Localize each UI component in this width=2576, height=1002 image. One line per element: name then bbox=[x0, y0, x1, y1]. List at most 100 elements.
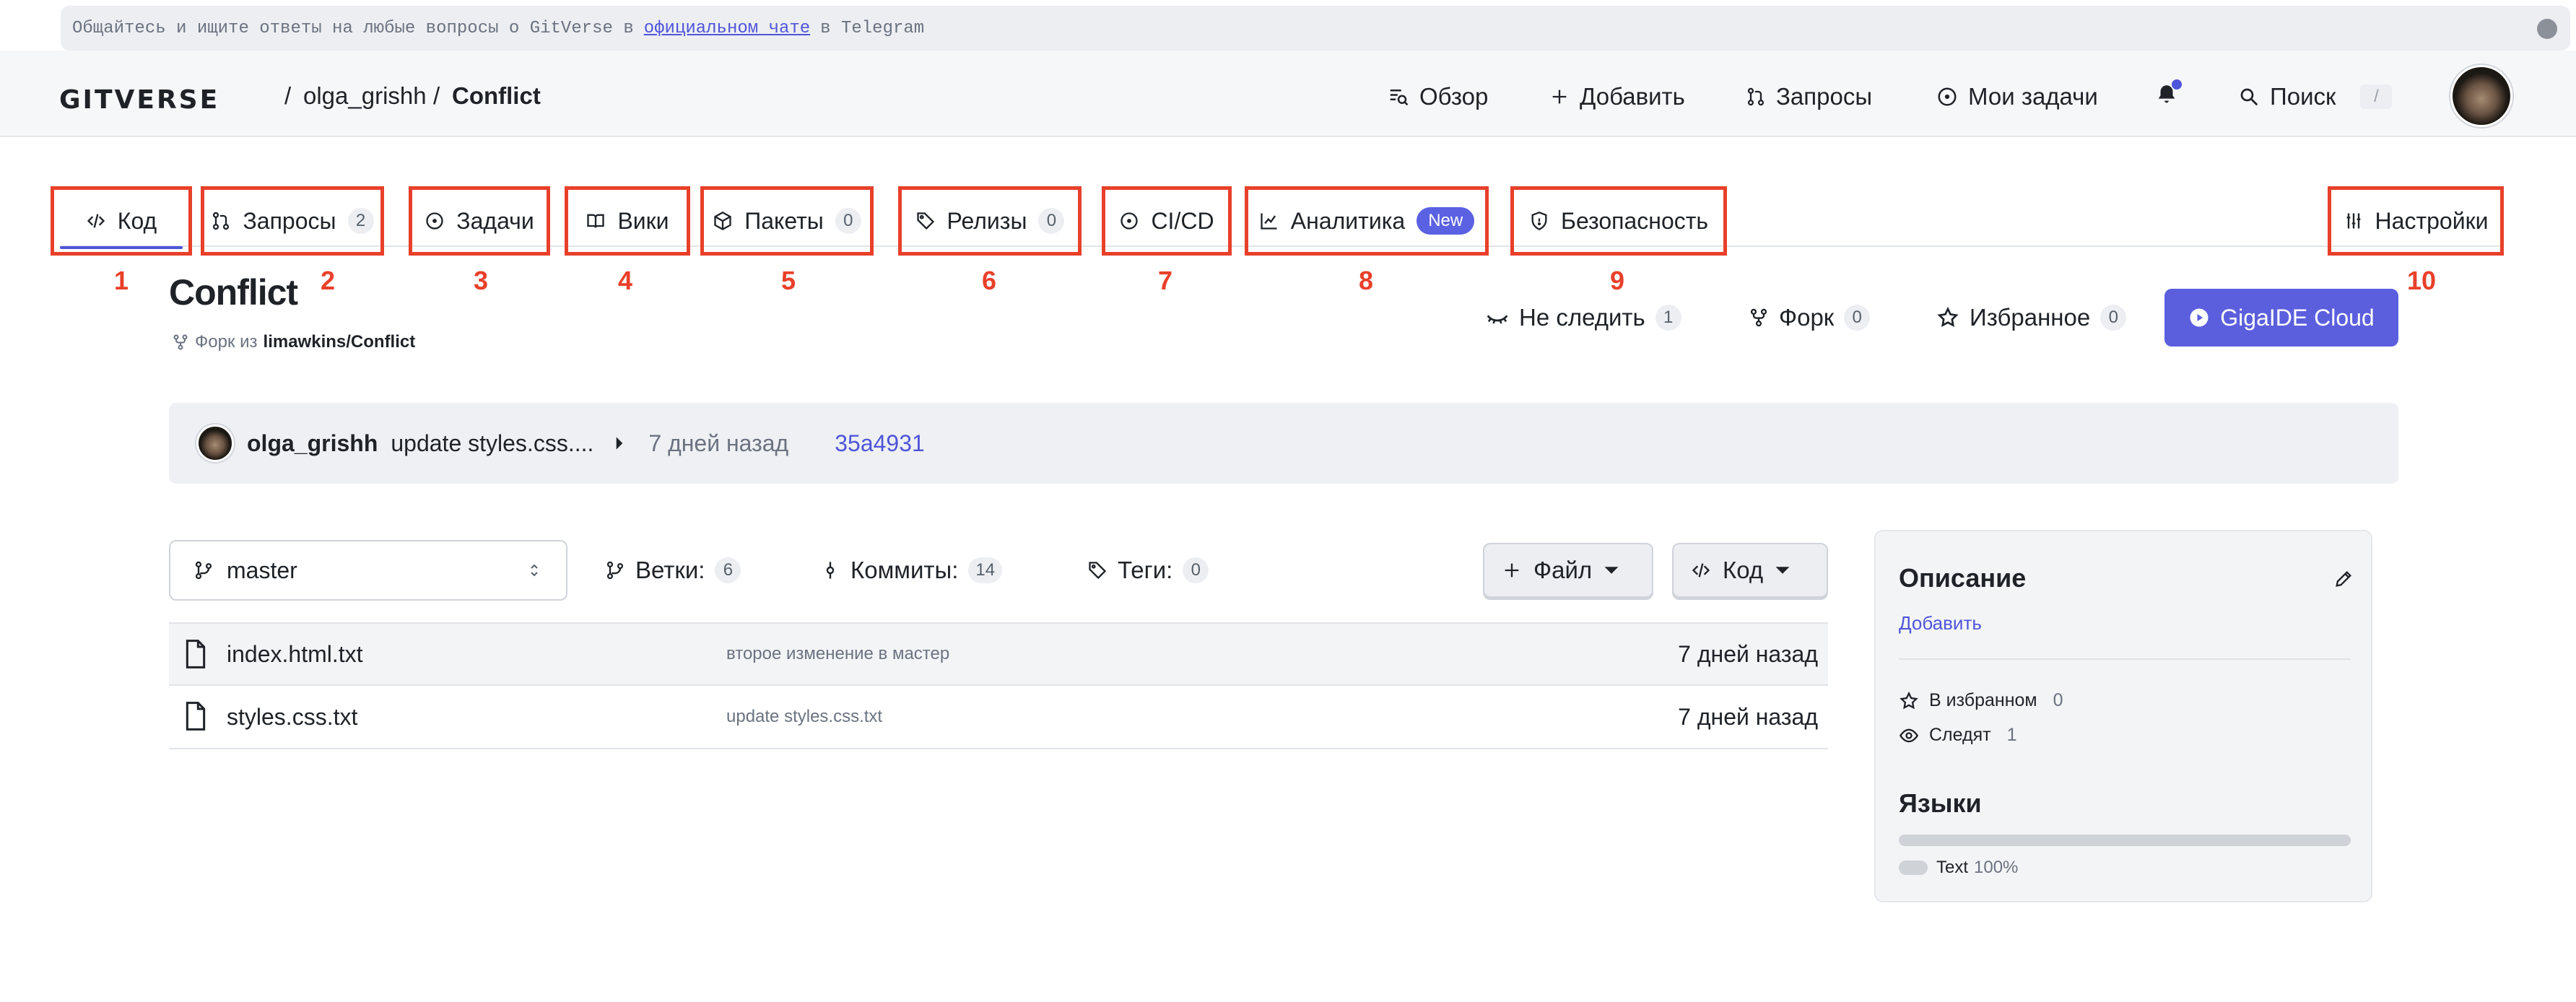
search-shortcut: / bbox=[2360, 84, 2393, 109]
code-dropdown-button[interactable]: Код bbox=[1672, 543, 1828, 598]
star-icon bbox=[1936, 306, 1959, 329]
tab-settings[interactable]: Настройки bbox=[2328, 186, 2504, 256]
language-swatch bbox=[1899, 861, 1928, 875]
tab-wiki[interactable]: Вики bbox=[565, 186, 690, 256]
caret-down-icon bbox=[1604, 565, 1619, 575]
banner-text: Общайтесь и ищите ответы на любые вопрос… bbox=[72, 18, 634, 38]
file-commit-message[interactable]: update styles.css.txt bbox=[726, 707, 882, 727]
annotation-number: 9 bbox=[1610, 266, 1625, 295]
gigaide-cloud-button[interactable]: GigaIDE Cloud bbox=[2164, 289, 2398, 347]
active-tab-indicator bbox=[60, 246, 183, 249]
tab-packages[interactable]: Пакеты 0 bbox=[700, 186, 874, 256]
tab-tasks[interactable]: Задачи bbox=[409, 186, 550, 256]
commit-icon bbox=[820, 560, 840, 580]
file-list: index.html.txt второе изменение в мастер… bbox=[169, 622, 1828, 749]
fork-source-link[interactable]: limawkins/Conflict bbox=[264, 332, 416, 352]
starred-info[interactable]: В избранном 0 bbox=[1899, 690, 2063, 711]
file-time: 7 дней назад bbox=[1678, 640, 1818, 667]
logo[interactable]: GITVERSE bbox=[59, 85, 219, 115]
banner-link[interactable]: официальном чате bbox=[644, 19, 810, 38]
pull-request-icon bbox=[1746, 87, 1766, 107]
watch-count: 1 bbox=[1655, 305, 1681, 331]
watching-info[interactable]: Следят 1 bbox=[1899, 725, 2016, 746]
banner-text-after: в Telegram bbox=[820, 18, 925, 38]
breadcrumb-owner[interactable]: olga_grishh bbox=[303, 82, 427, 110]
file-row[interactable]: index.html.txt второе изменение в мастер… bbox=[169, 622, 1828, 686]
user-avatar[interactable] bbox=[2450, 65, 2512, 127]
annotation-number: 5 bbox=[781, 266, 796, 295]
file-time: 7 дней назад bbox=[1678, 703, 1818, 730]
caret-down-icon bbox=[1775, 565, 1790, 575]
tags-link[interactable]: Теги: 0 bbox=[1087, 550, 1209, 591]
close-icon[interactable] bbox=[2537, 19, 2557, 39]
star-icon bbox=[1899, 691, 1919, 711]
file-name[interactable]: styles.css.txt bbox=[227, 704, 357, 731]
branch-selector[interactable]: master bbox=[169, 540, 567, 601]
tab-code[interactable]: Код bbox=[51, 186, 192, 256]
languages-title: Языки bbox=[1899, 788, 1982, 818]
language-bar bbox=[1899, 835, 2351, 846]
fork-button[interactable]: Форк 0 bbox=[1749, 297, 1871, 338]
repo-sidebar: Описание Добавить В избранном 0 Следят 1… bbox=[1874, 530, 2372, 902]
nav-add[interactable]: Добавить bbox=[1549, 78, 1685, 116]
unwatch-button[interactable]: Не следить 1 bbox=[1486, 297, 1681, 338]
nav-search[interactable]: Поиск / bbox=[2238, 78, 2393, 116]
annotation-number: 3 bbox=[474, 266, 489, 295]
file-row[interactable]: styles.css.txt update styles.css.txt 7 д… bbox=[169, 686, 1828, 749]
nav-my-tasks[interactable]: Мои задачи bbox=[1936, 78, 2098, 116]
notification-dot bbox=[2172, 79, 2182, 90]
latest-commit-bar: olga_grishh update styles.css.... 7 дней… bbox=[169, 403, 2398, 484]
tab-cicd[interactable]: CI/CD bbox=[1102, 186, 1232, 256]
fork-icon bbox=[1749, 308, 1769, 328]
sliders-icon bbox=[2344, 211, 2364, 231]
branches-link[interactable]: Ветки: 6 bbox=[605, 550, 741, 591]
repo-title: Conflict bbox=[169, 272, 298, 313]
commit-time: 7 дней назад bbox=[648, 430, 789, 456]
file-commit-message[interactable]: второе изменение в мастер bbox=[726, 644, 949, 664]
commit-message[interactable]: update styles.css.... bbox=[391, 430, 593, 457]
eye-closed-icon bbox=[1486, 306, 1509, 329]
packages-count: 0 bbox=[835, 208, 861, 234]
code-icon bbox=[86, 211, 106, 231]
pencil-icon[interactable] bbox=[2333, 569, 2354, 589]
tab-analytics[interactable]: Аналитика New bbox=[1245, 186, 1489, 256]
language-item: Text 100% bbox=[1899, 858, 2018, 878]
notifications-button[interactable] bbox=[2154, 79, 2182, 110]
file-name[interactable]: index.html.txt bbox=[227, 641, 363, 668]
fork-info: Форк из limawkins/Conflict bbox=[172, 332, 415, 352]
annotation-number: 8 bbox=[1359, 266, 1374, 295]
tab-requests[interactable]: Запросы 2 bbox=[201, 186, 384, 256]
nav-overview[interactable]: Обзор bbox=[1388, 78, 1488, 116]
commits-count: 14 bbox=[968, 557, 1003, 583]
add-description-link[interactable]: Добавить bbox=[1899, 612, 1982, 635]
tab-security[interactable]: Безопасность bbox=[1510, 186, 1727, 256]
fork-icon bbox=[172, 334, 189, 351]
file-icon bbox=[183, 702, 208, 731]
breadcrumb-separator: / bbox=[284, 82, 292, 109]
announcement-banner: Общайтесь и ищите ответы на любые вопрос… bbox=[61, 6, 2570, 51]
annotation-number: 1 bbox=[114, 266, 129, 295]
tab-releases[interactable]: Релизы 0 bbox=[898, 186, 1082, 256]
nav-requests[interactable]: Запросы bbox=[1746, 78, 1872, 116]
star-count: 0 bbox=[2100, 305, 2127, 331]
divider bbox=[1899, 658, 2351, 660]
tags-count: 0 bbox=[1183, 557, 1209, 583]
new-badge: New bbox=[1417, 207, 1475, 235]
breadcrumb-separator: / bbox=[433, 82, 440, 109]
issue-icon bbox=[425, 211, 445, 231]
package-icon bbox=[713, 211, 733, 231]
annotation-number: 7 bbox=[1158, 266, 1173, 295]
releases-count: 0 bbox=[1038, 208, 1065, 234]
commit-author-avatar bbox=[196, 424, 234, 462]
caret-right-icon[interactable] bbox=[614, 436, 625, 450]
add-file-button[interactable]: Файл bbox=[1483, 543, 1653, 598]
commit-author[interactable]: olga_grishh bbox=[247, 430, 378, 457]
branch-icon bbox=[193, 560, 214, 580]
shield-icon bbox=[1529, 211, 1549, 231]
breadcrumb-repo[interactable]: Conflict bbox=[452, 82, 541, 110]
annotation-number: 10 bbox=[2407, 266, 2437, 295]
commit-sha-link[interactable]: 35a4931 bbox=[835, 430, 925, 457]
commits-link[interactable]: Коммиты: 14 bbox=[820, 550, 1003, 591]
branches-count: 6 bbox=[715, 557, 741, 583]
star-button[interactable]: Избранное 0 bbox=[1936, 297, 2127, 338]
